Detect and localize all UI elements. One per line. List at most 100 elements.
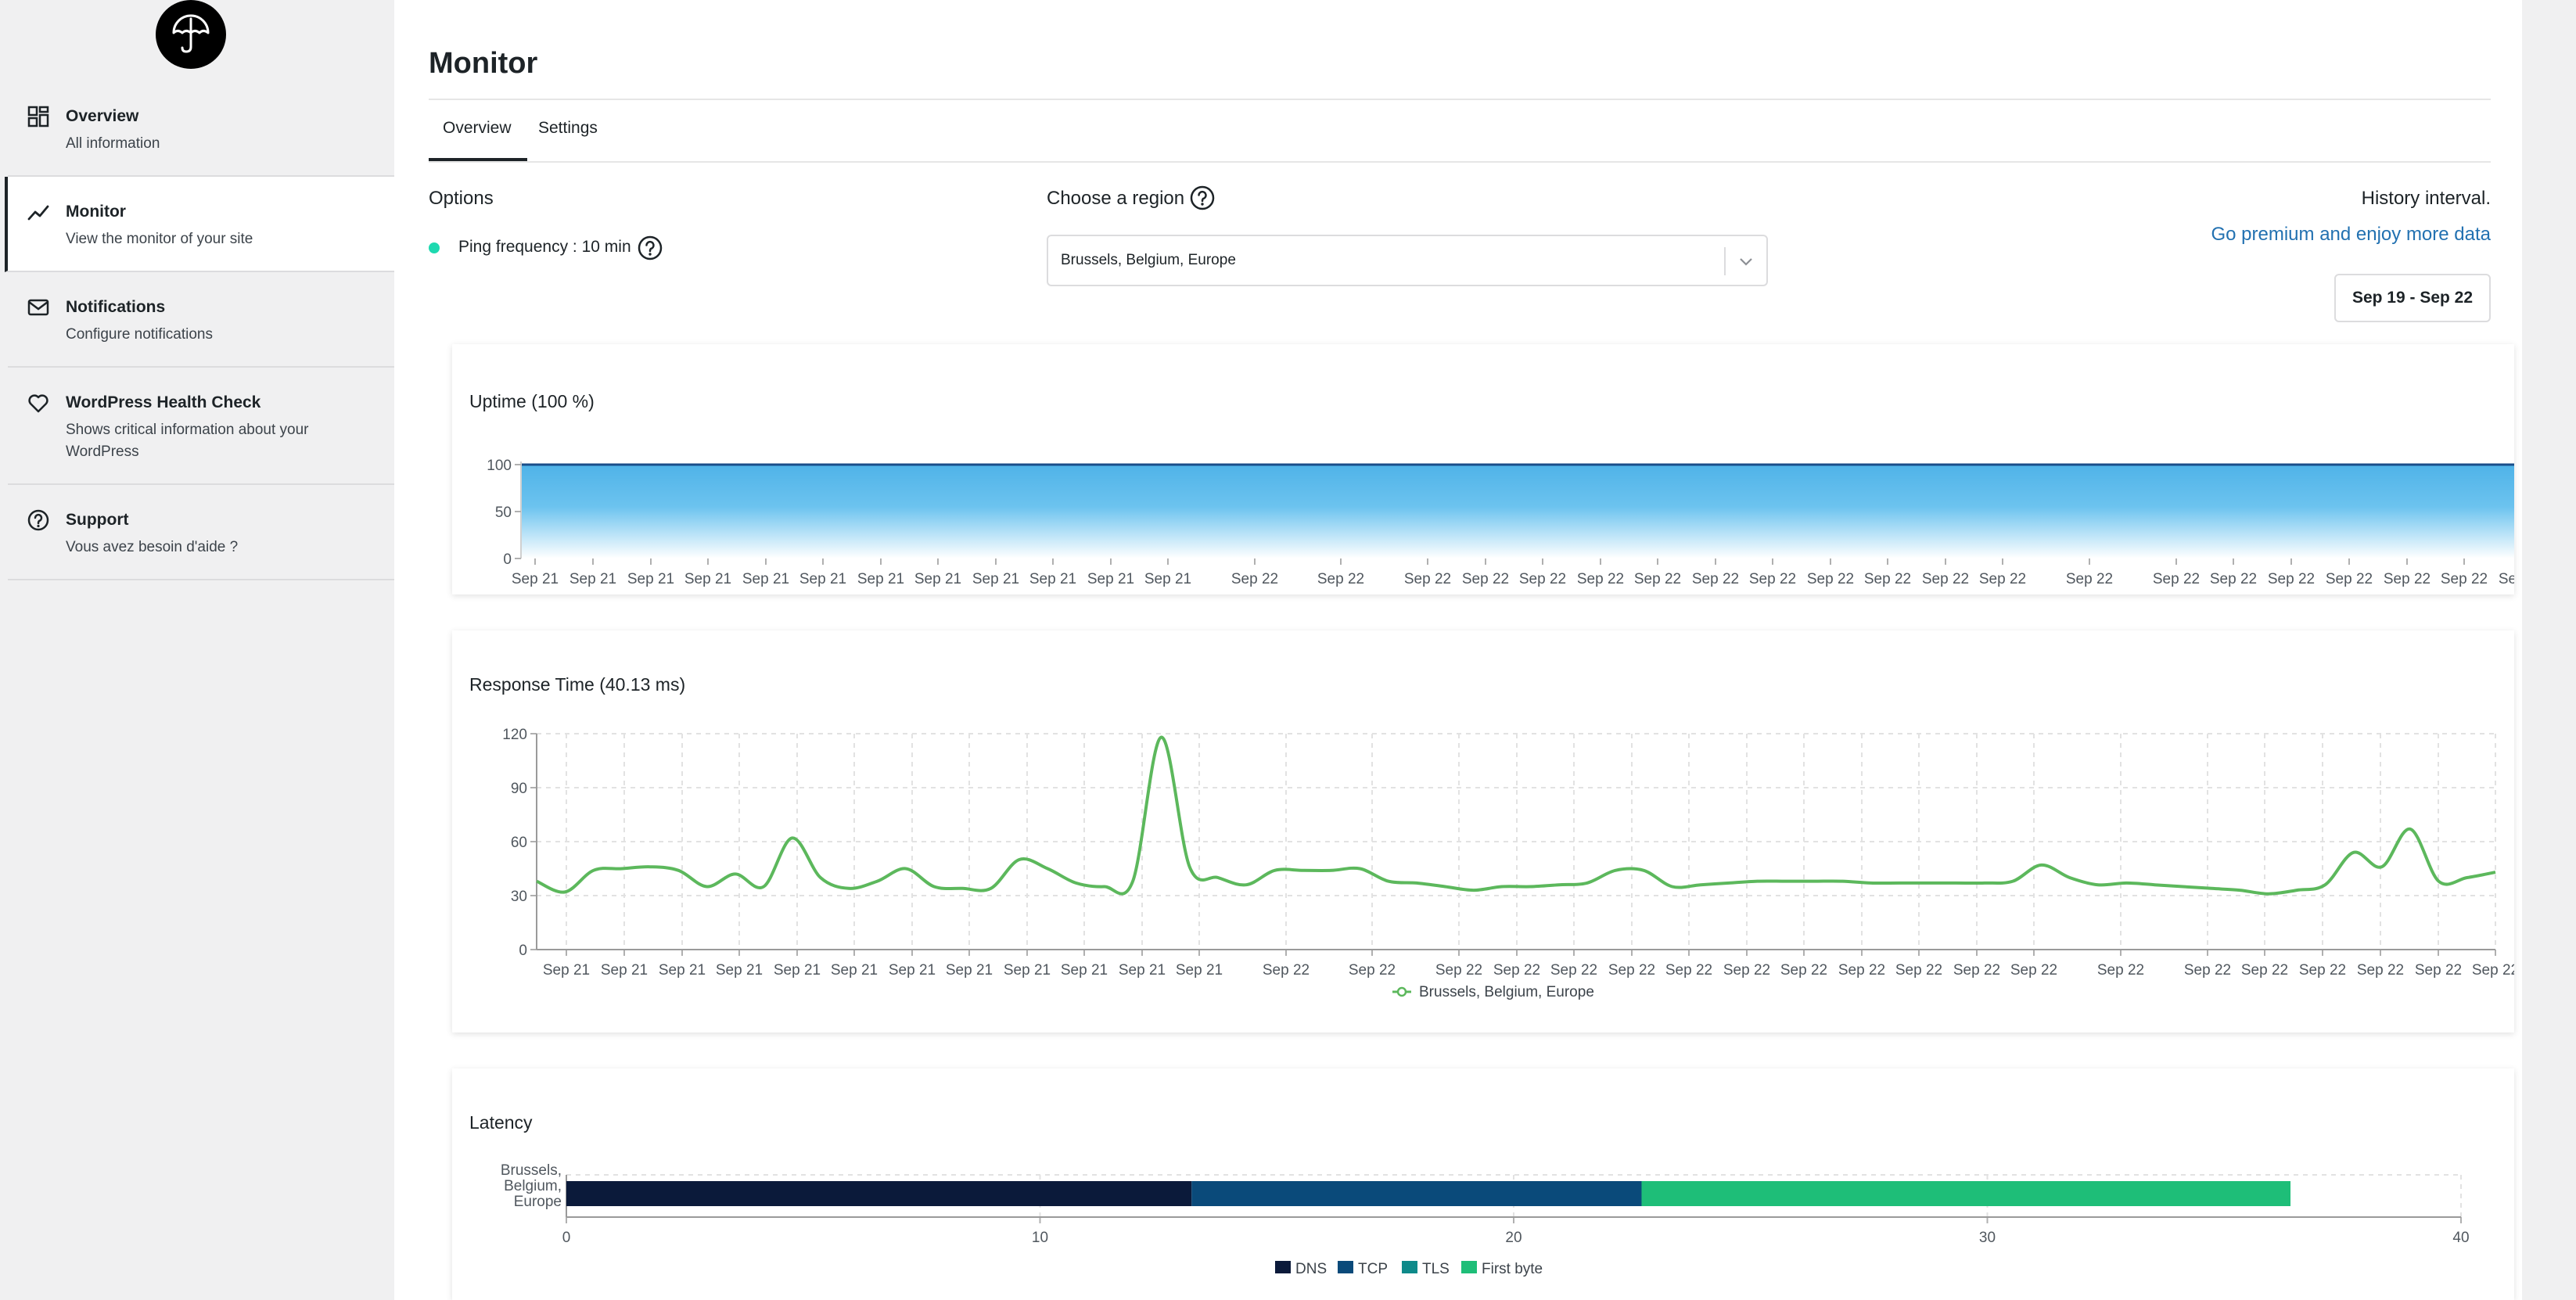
x-tick-label: Sep 22 bbox=[1953, 962, 2000, 979]
date-range-button[interactable]: Sep 19 - Sep 22 bbox=[2334, 274, 2491, 322]
legend-label: DNS bbox=[1295, 1261, 1327, 1277]
latency-bar-first-byte bbox=[1641, 1181, 2291, 1206]
x-tick-label: Sep 21 bbox=[627, 571, 674, 587]
x-tick-label: Sep 21 bbox=[512, 571, 559, 587]
x-tick-label: Sep 21 bbox=[684, 571, 731, 587]
x-tick-label: Sep 22 bbox=[1634, 571, 1681, 587]
x-tick-label: Sep 22 bbox=[1349, 962, 1396, 979]
x-tick-label: Sep 22 bbox=[2499, 571, 2514, 587]
x-tick-label: Sep 22 bbox=[1550, 962, 1597, 979]
divider bbox=[429, 161, 2491, 163]
ping-frequency-label: Ping frequency : 10 min bbox=[458, 238, 631, 256]
x-tick-label: Sep 21 bbox=[972, 571, 1019, 587]
x-tick-label: Sep 22 bbox=[2326, 571, 2373, 587]
legend-swatch-2 bbox=[1338, 1261, 1353, 1273]
right-gutter bbox=[2522, 0, 2576, 1300]
x-tick-label: Sep 22 bbox=[1231, 571, 1278, 587]
main-content: Monitor Overview Settings Options Ping f… bbox=[394, 0, 2522, 1300]
y-tick-label: 90 bbox=[511, 781, 527, 797]
sidebar-item-subtitle: Configure notifications bbox=[66, 326, 213, 343]
help-circle-icon[interactable] bbox=[1189, 185, 1216, 211]
x-tick-label: Sep 21 bbox=[889, 962, 936, 979]
x-tick-label: Sep 22 bbox=[1922, 571, 1969, 587]
x-tick-label: Sep 22 bbox=[1404, 571, 1451, 587]
x-tick-label: Sep 22 bbox=[1462, 571, 1509, 587]
history-interval-label: History interval. bbox=[2361, 188, 2491, 209]
sidebar-item-notifications[interactable]: Notifications Configure notifications bbox=[8, 272, 394, 368]
latency-bar-dns bbox=[566, 1181, 1192, 1206]
x-tick-label: Sep 21 bbox=[1119, 962, 1166, 979]
response-time-series-line bbox=[536, 735, 2496, 896]
x-tick-label: Sep 22 bbox=[1608, 962, 1655, 979]
y-category-label: Europe bbox=[514, 1194, 562, 1210]
legend-label: TCP bbox=[1358, 1261, 1388, 1277]
x-tick-label: Sep 22 bbox=[2184, 962, 2231, 979]
trend-line-icon bbox=[27, 205, 49, 221]
x-tick-label: Sep 22 bbox=[2299, 962, 2346, 979]
legend-swatch-1 bbox=[1275, 1261, 1291, 1273]
region-label: Choose a region bbox=[1047, 188, 1185, 209]
x-tick-label: Sep 22 bbox=[1435, 962, 1482, 979]
tab-settings[interactable]: Settings bbox=[538, 119, 598, 138]
go-premium-link[interactable]: Go premium and enjoy more data bbox=[2211, 224, 2491, 246]
x-tick-label: Sep 22 bbox=[1317, 571, 1364, 587]
x-tick-label: Sep 22 bbox=[2241, 962, 2288, 979]
x-tick-label: Sep 21 bbox=[857, 571, 904, 587]
x-tick-label: Sep 22 bbox=[2357, 962, 2404, 979]
y-tick-label: 100 bbox=[487, 458, 512, 474]
x-tick-label: Sep 21 bbox=[914, 571, 961, 587]
x-tick-label: 20 bbox=[1505, 1230, 1522, 1246]
x-tick-label: Sep 21 bbox=[946, 962, 993, 979]
chevron-down-icon[interactable] bbox=[1737, 252, 1755, 271]
response-time-chart: 0 30 60 90 120 Sep 21 Sep 21 Sep 21 Sep 21 Sep 21… bbox=[502, 727, 2514, 1000]
legend-label: TLS bbox=[1422, 1261, 1450, 1277]
heart-icon bbox=[28, 394, 49, 413]
umbrella-logo-icon[interactable] bbox=[156, 0, 226, 69]
x-tick-label: Sep 22 bbox=[1493, 962, 1540, 979]
region-select[interactable]: Brussels, Belgium, Europe bbox=[1047, 235, 1768, 286]
x-tick-label: Sep 22 bbox=[1749, 571, 1796, 587]
y-tick-label: 0 bbox=[503, 551, 512, 568]
x-tick-label: Sep 21 bbox=[659, 962, 706, 979]
uptime-chart: 0 50 100 Sep 21 Sep 21 Sep 21 Sep 21 Sep 21 Sep … bbox=[487, 458, 2514, 587]
x-tick-label: Sep 21 bbox=[1144, 571, 1191, 587]
x-tick-label: Sep 21 bbox=[569, 571, 616, 587]
x-tick-label: Sep 21 bbox=[601, 962, 648, 979]
x-tick-label: Sep 22 bbox=[1895, 962, 1942, 979]
sidebar-item-health-check[interactable]: WordPress Health Check Shows critical in… bbox=[8, 368, 394, 485]
sidebar: Overview All information Monitor View th… bbox=[0, 0, 394, 1300]
status-dot bbox=[429, 242, 440, 253]
page-title: Monitor bbox=[429, 47, 538, 80]
x-tick-label: 40 bbox=[2452, 1230, 2469, 1246]
help-circle-icon[interactable] bbox=[637, 235, 663, 261]
select-separator bbox=[1724, 247, 1726, 275]
x-tick-label: Sep 21 bbox=[831, 962, 878, 979]
x-tick-label: 30 bbox=[1979, 1230, 1996, 1246]
tab-overview[interactable]: Overview bbox=[443, 119, 512, 138]
grid-icon bbox=[27, 106, 49, 127]
sidebar-item-support[interactable]: Support Vous avez besoin d'aide ? bbox=[8, 485, 394, 580]
x-tick-label: Sep 22 bbox=[2066, 571, 2113, 587]
y-tick-label: 60 bbox=[511, 835, 527, 851]
latency-chart: 0 10 20 30 40 Brussels,Belgium,Europe DNS TCP TL… bbox=[501, 1162, 2470, 1277]
x-tick-label: Sep 22 bbox=[2441, 571, 2488, 587]
x-tick-label: Sep 22 bbox=[2210, 571, 2257, 587]
x-tick-label: Sep 21 bbox=[799, 571, 846, 587]
x-tick-label: Sep 22 bbox=[2010, 962, 2057, 979]
x-tick-label: Sep 22 bbox=[2268, 571, 2315, 587]
sidebar-item-monitor[interactable]: Monitor View the monitor of your site bbox=[5, 177, 394, 272]
x-tick-label: Sep 22 bbox=[1577, 571, 1624, 587]
sidebar-item-subtitle: All information bbox=[66, 135, 160, 152]
x-tick-label: Sep 22 bbox=[2097, 962, 2144, 979]
legend-swatch-3 bbox=[1402, 1261, 1417, 1273]
x-tick-label: Sep 21 bbox=[1004, 962, 1051, 979]
x-tick-label: Sep 21 bbox=[1061, 962, 1108, 979]
x-tick-label: 10 bbox=[1032, 1230, 1048, 1246]
sidebar-item-subtitle: Shows critical information about your Wo… bbox=[66, 422, 309, 460]
sidebar-item-overview[interactable]: Overview All information bbox=[8, 81, 394, 177]
sidebar-item-title: Support bbox=[66, 511, 129, 529]
legend-label: First byte bbox=[1482, 1261, 1543, 1277]
response-time-card: Response Time (40.13 ms) 0 30 60 90 120 Sep 2… bbox=[452, 630, 2514, 1032]
uptime-area bbox=[521, 465, 2514, 558]
options-label: Options bbox=[429, 188, 494, 209]
